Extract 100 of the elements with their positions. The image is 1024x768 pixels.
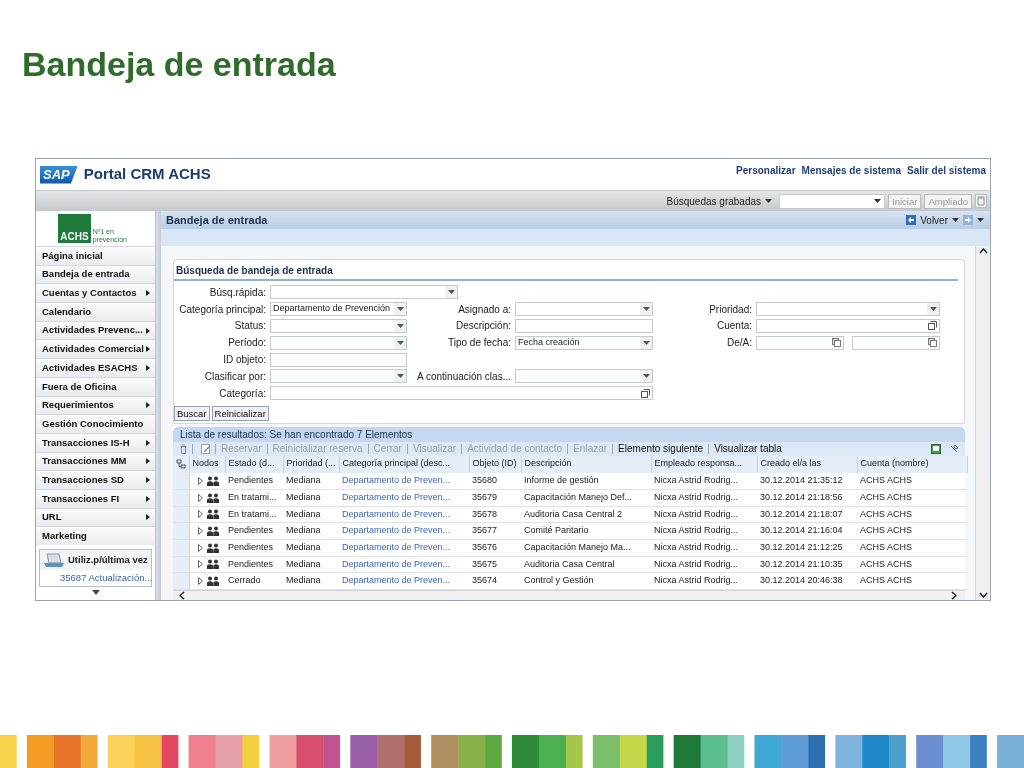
table-cell: 30.12.2014 21:16:04 (757, 522, 857, 540)
dropdown-field[interactable] (270, 285, 458, 300)
vertical-scrollbar[interactable] (975, 246, 990, 600)
dropdown-field[interactable]: Fecha creación (515, 335, 653, 350)
field-label: Descripción: (455, 319, 511, 334)
field-label: De/A: (727, 336, 752, 351)
dropdown-field[interactable]: Departamento de Prevención (270, 302, 407, 317)
slide-title: Bandeja de entrada (22, 44, 336, 85)
dropdown-arrow-icon[interactable] (642, 340, 650, 345)
horizontal-scrollbar[interactable] (173, 590, 965, 600)
date-field[interactable] (852, 335, 940, 350)
table-cell: 30.12.2014 20:46:38 (757, 572, 857, 590)
sidebar-item[interactable]: Transacciones SD (36, 470, 155, 489)
recent-item[interactable]: 35687 Actualización... (40, 570, 151, 587)
toolbar-action[interactable]: Visualizar tabla (708, 443, 787, 454)
hierarchy-icon[interactable] (176, 459, 186, 470)
dropdown-field[interactable] (756, 302, 940, 317)
table-cell: Comité Paritario (521, 522, 651, 540)
field-label: Clasificar por: (204, 369, 266, 384)
table-link[interactable]: Departamento de Preven... (342, 475, 451, 486)
table-cell: 35674 (469, 572, 521, 590)
table-cell: Mediana (283, 489, 339, 507)
table-cell: ACHS ACHS (857, 472, 967, 490)
field-label: Prioridad: (709, 302, 752, 317)
scroll-right-icon[interactable] (951, 591, 957, 600)
recent-title: Utiliz.p/última vez (68, 552, 148, 567)
field-label: Cuenta: (716, 319, 752, 334)
people-icon (206, 526, 219, 537)
sidebar-item[interactable]: Página inicial (36, 246, 155, 265)
table-link[interactable]: Departamento de Preven... (342, 558, 451, 569)
caret-icon[interactable] (765, 199, 773, 203)
table-cell: ACHS ACHS (857, 522, 967, 540)
scroll-left-icon[interactable] (179, 591, 185, 600)
sidebar-item[interactable]: Cuentas y Contactos (36, 283, 155, 303)
header-link[interactable]: Mensajes de sistema (801, 163, 902, 178)
table-cell: 30.12.2014 21:12:25 (757, 539, 857, 557)
settings-icon[interactable] (949, 443, 959, 454)
input-field[interactable] (270, 352, 407, 367)
lookup-field[interactable] (756, 319, 940, 333)
dropdown-arrow-icon[interactable] (396, 340, 404, 345)
search-button[interactable]: Reinicializar (211, 405, 269, 421)
dropdown-field[interactable] (515, 302, 653, 317)
toolbar-action[interactable]: Elemento siguiente (612, 443, 709, 454)
popup-icon[interactable] (641, 388, 650, 398)
export-icon[interactable] (931, 443, 941, 454)
sidebar-item[interactable]: Gestión Conocimiento (36, 414, 155, 433)
table-cell: Mediana (283, 472, 339, 490)
input-field[interactable] (515, 319, 653, 333)
dropdown-field[interactable] (270, 335, 407, 350)
table-link[interactable]: Departamento de Preven... (342, 508, 451, 519)
date-field[interactable] (756, 335, 844, 350)
table-cell: Mediana (283, 572, 339, 590)
dropdown-arrow-icon[interactable] (642, 307, 650, 312)
sidebar-item[interactable]: Actividades Comercial (36, 339, 155, 359)
saved-searches-menu[interactable]: Búsquedas grabadas (666, 193, 773, 209)
calendar-icon[interactable] (832, 338, 841, 348)
dropdown-arrow-icon[interactable] (642, 374, 650, 379)
dropdown-arrow-icon[interactable] (396, 324, 404, 328)
popup-icon[interactable] (928, 321, 937, 331)
table-cell: Auditoria Casa Central (521, 556, 651, 573)
portal-title: Portal CRM ACHS (83, 164, 211, 185)
table-cell: Auditoria Casa Central 2 (521, 506, 651, 523)
dropdown-field[interactable] (515, 369, 653, 384)
table-link[interactable]: Departamento de Preven... (342, 575, 451, 586)
lookup-field[interactable] (270, 386, 653, 401)
header-link[interactable]: Personalizar (736, 163, 796, 178)
table-cell: Control y Gestión (521, 572, 651, 590)
caret-icon (874, 199, 882, 203)
search-button[interactable]: Buscar (174, 405, 210, 421)
header-link[interactable]: Salir del sistema (907, 163, 986, 178)
dropdown-arrow-icon[interactable] (929, 307, 937, 312)
scroll-up-icon[interactable] (978, 248, 988, 254)
dropdown-arrow-icon[interactable] (396, 374, 404, 379)
table-cell: Cerrado (225, 572, 283, 590)
table-cell: ACHS ACHS (857, 556, 967, 573)
scroll-down-icon[interactable] (91, 590, 100, 596)
table-cell: Pendientes (225, 472, 283, 490)
table-link[interactable]: Departamento de Preven... (342, 491, 451, 502)
edit-icon[interactable] (201, 443, 211, 454)
caret-icon[interactable] (977, 218, 984, 222)
dropdown-arrow-icon[interactable] (396, 307, 404, 312)
scroll-down-icon[interactable] (978, 592, 988, 598)
table-cell: Mediana (283, 522, 339, 540)
table-cell: Mediana (283, 506, 339, 523)
table-link[interactable]: Departamento de Preven... (342, 525, 451, 536)
dropdown-field[interactable] (270, 319, 407, 333)
caret-icon[interactable] (952, 218, 959, 222)
sidebar-item[interactable]: Marketing (36, 526, 155, 545)
sidebar-item[interactable]: Actividades ESACHS (36, 358, 155, 377)
table-cell: 35677 (469, 522, 521, 540)
trash-icon[interactable] (179, 443, 188, 454)
table-cell: Capacitación Manejo Def... (521, 489, 651, 507)
sidebar-item[interactable]: Calendario (36, 302, 155, 321)
calendar-icon[interactable] (928, 338, 937, 348)
back-button[interactable]: Volver (906, 212, 959, 228)
back-icon (906, 215, 917, 225)
table-link[interactable]: Departamento de Preven... (342, 542, 451, 553)
dropdown-field[interactable] (270, 369, 407, 384)
dropdown-arrow-icon[interactable] (447, 290, 455, 295)
table-cell: 35678 (469, 506, 521, 523)
